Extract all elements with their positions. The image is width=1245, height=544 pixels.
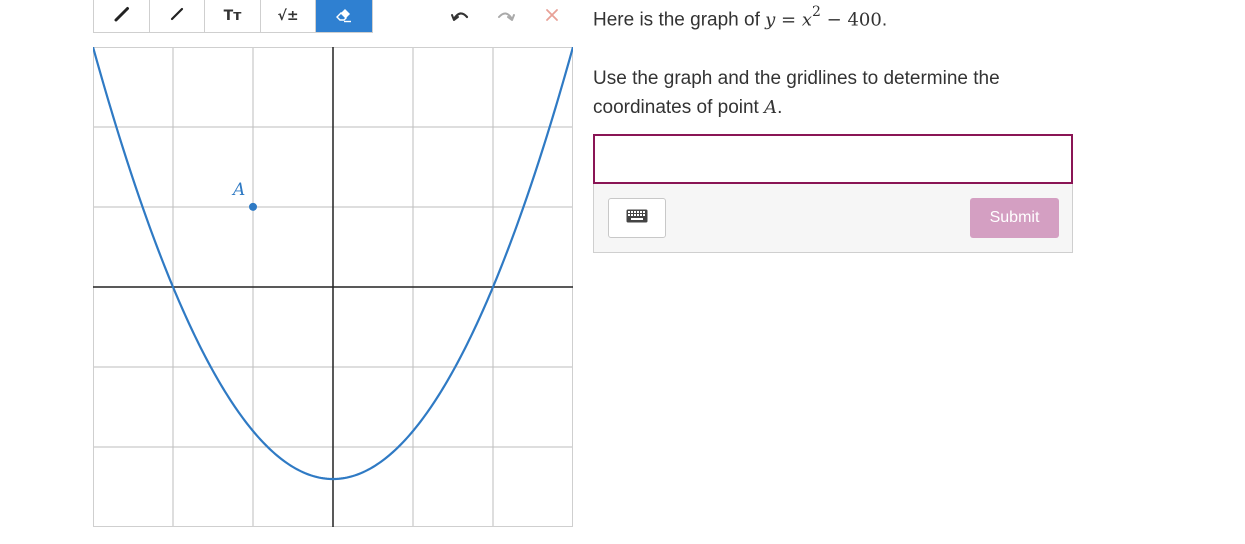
close-icon	[544, 7, 560, 28]
clear-button[interactable]	[541, 4, 563, 30]
keyboard-icon	[626, 209, 648, 228]
line-icon	[167, 4, 187, 29]
point-a-label: A	[231, 180, 245, 200]
prompt-text: Here is the graph of y = x2 − 400.	[593, 4, 888, 31]
question-text: Use the graph and the gridlines to deter…	[593, 64, 1063, 122]
question-lead: Use the graph and the gridlines to deter…	[593, 68, 1000, 118]
math-icon: √±	[277, 8, 299, 24]
answer-input[interactable]	[593, 134, 1073, 184]
submit-button[interactable]: Submit	[970, 198, 1059, 238]
math-tool[interactable]: √±	[261, 0, 317, 32]
line-tool[interactable]	[150, 0, 206, 32]
prompt-lead: Here is the graph of	[593, 9, 766, 31]
pencil-tool[interactable]	[94, 0, 150, 32]
equation-equals: =	[775, 9, 802, 31]
pencil-icon	[111, 4, 131, 29]
answer-panel: Submit	[593, 134, 1073, 253]
keyboard-button[interactable]	[608, 198, 666, 238]
equation-exponent: 2	[812, 4, 821, 20]
eraser-icon	[333, 3, 355, 30]
undo-button[interactable]	[449, 4, 471, 30]
equation-variable: x	[801, 9, 813, 31]
point-a-marker	[249, 202, 257, 211]
redo-button[interactable]	[495, 4, 517, 30]
redo-icon	[496, 7, 516, 28]
graph-svg: A	[93, 47, 573, 527]
axes	[93, 47, 573, 527]
eraser-tool[interactable]	[316, 0, 372, 32]
undo-icon	[450, 7, 470, 28]
text-size-icon: Tт	[223, 8, 242, 24]
drawing-toolbar: Tт √±	[93, 0, 373, 33]
text-tool[interactable]: Tт	[205, 0, 261, 32]
graph-panel[interactable]: A	[93, 47, 573, 527]
equation-constant: − 400	[820, 9, 882, 31]
equation-lhs: y	[765, 9, 776, 31]
question-period: .	[777, 97, 783, 118]
prompt-period: .	[881, 9, 888, 31]
question-point: A	[764, 97, 778, 118]
